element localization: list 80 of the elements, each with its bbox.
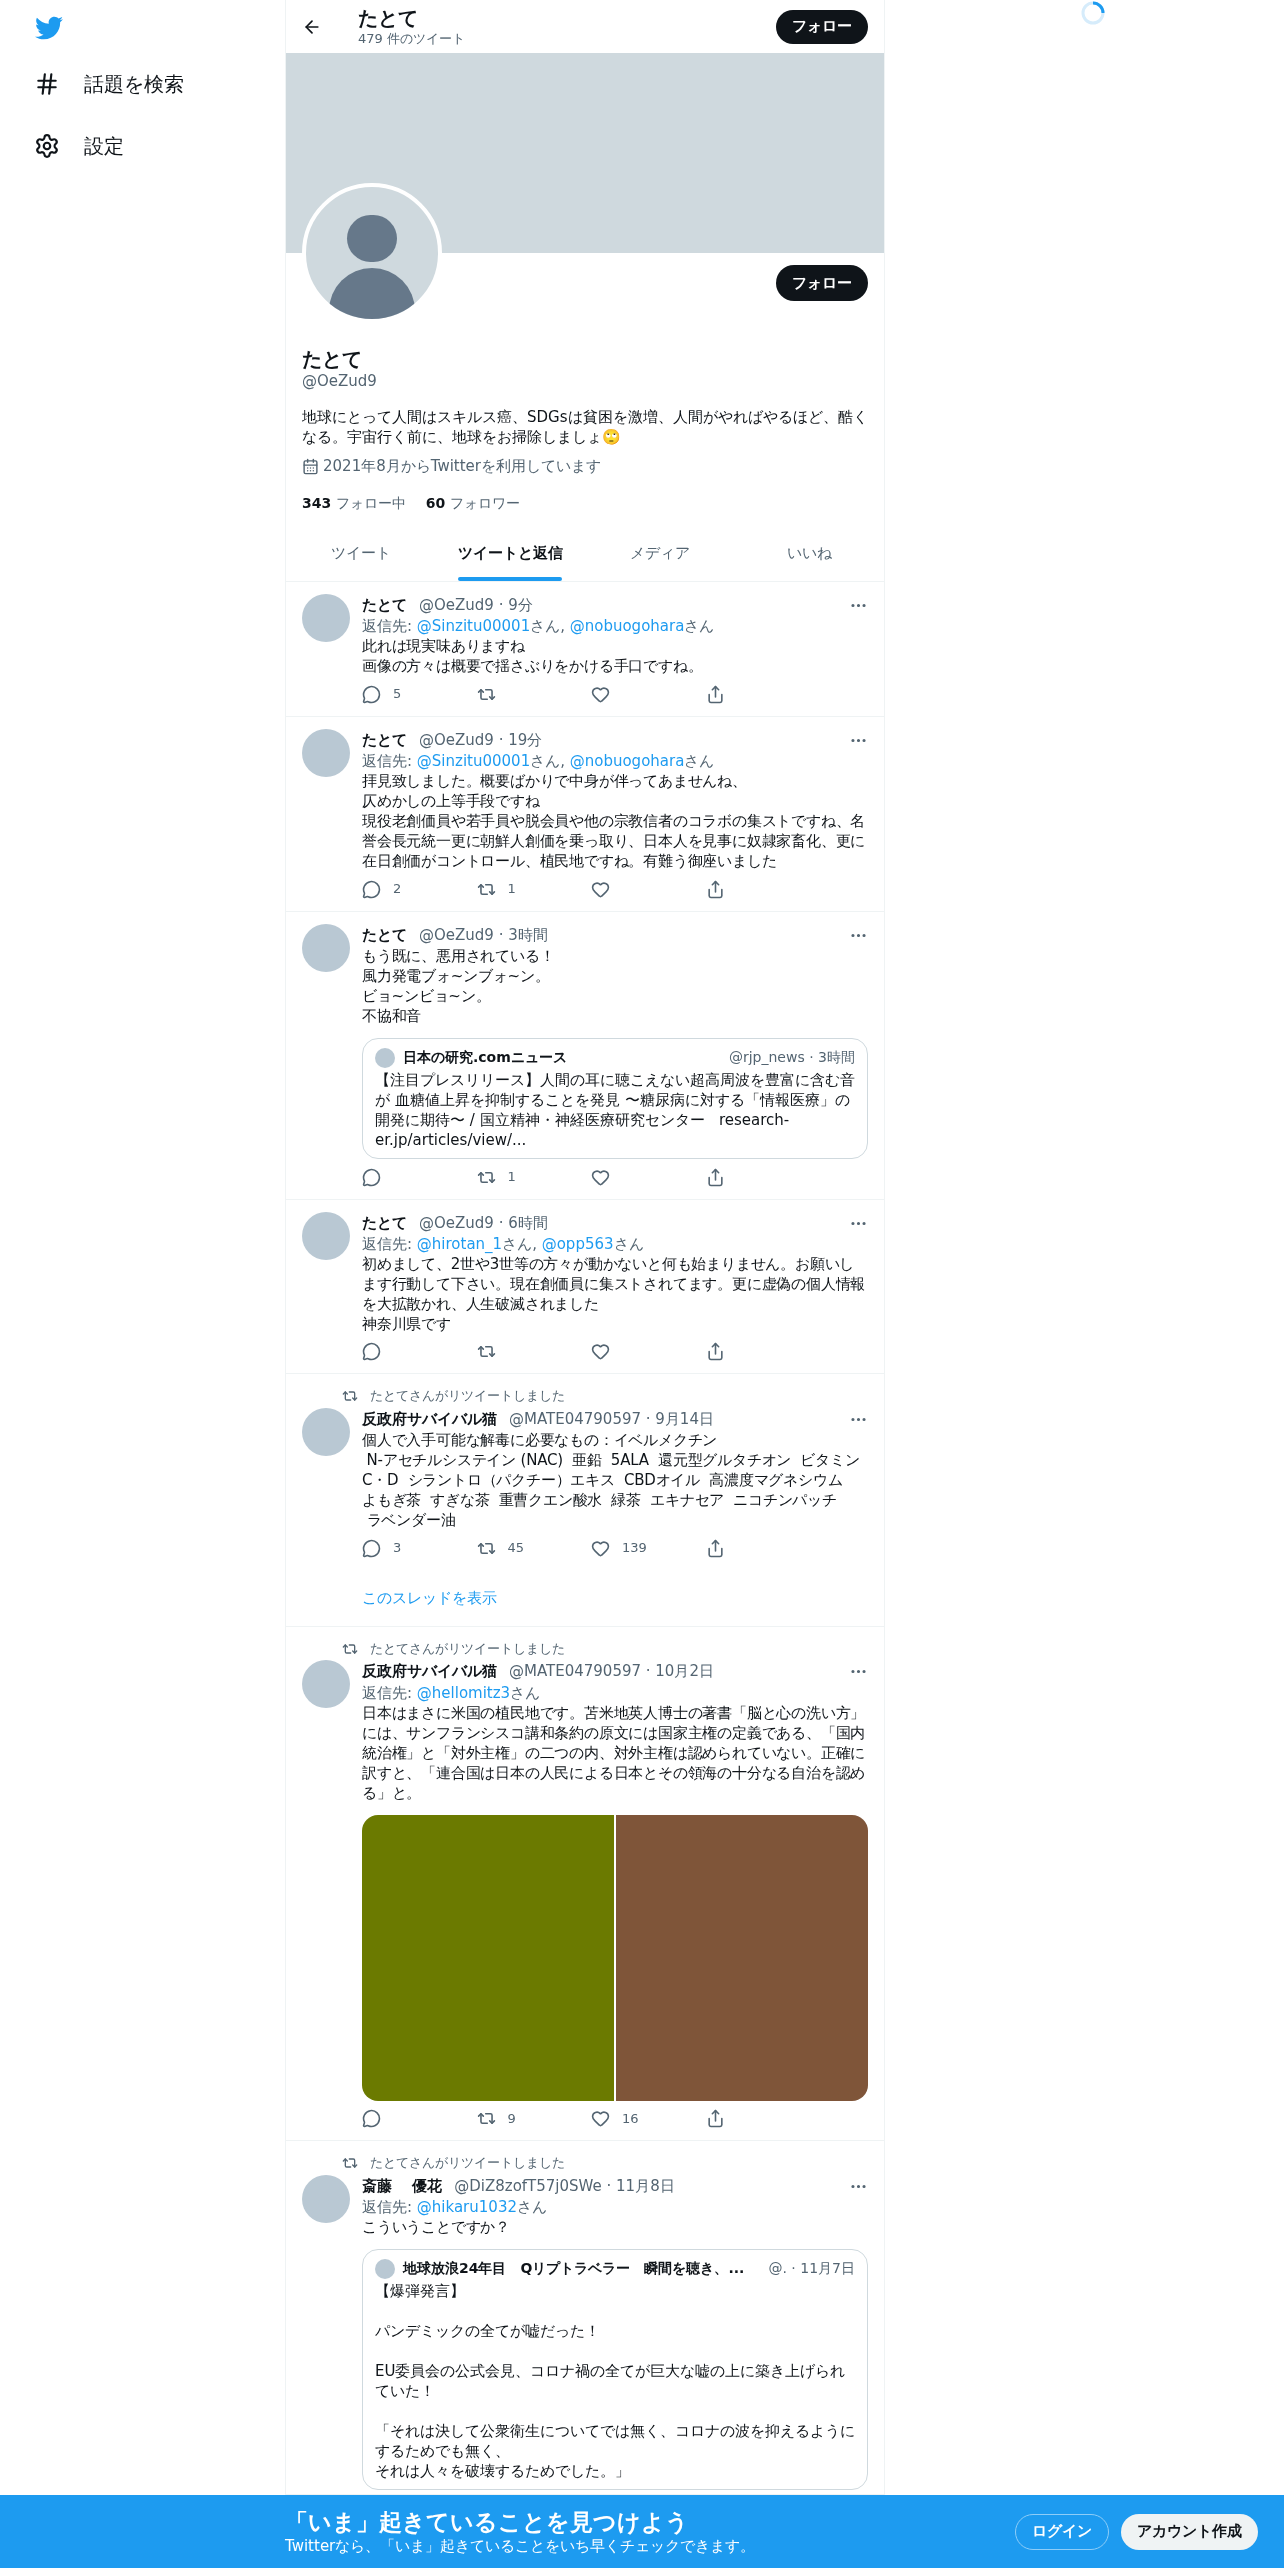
reply-context: 返信先: @hikaru1032さん	[362, 2197, 548, 2218]
header-title: たとて	[358, 5, 419, 31]
tweet-meta: @MATE04790597 · 9月14日	[509, 1408, 714, 1430]
author-name: たとて	[362, 924, 407, 946]
tweet-text: 神奈川県です	[362, 1314, 452, 1335]
quoted-text: 【注目プレスリリース】人間の耳に聴こえない超高周波を豊富に含む音が 血糖値上昇を抑制することを発見 〜糖尿病に対する「情報医療」の開発に期待〜 / 国立精神・神経医療研究センター research-er.jp/articles/view/...	[375, 1070, 855, 1151]
author-name: 反政府サバイバル猫	[362, 1661, 497, 1683]
author-name: 反政府サバイバル猫	[362, 1408, 497, 1430]
reply-context: 返信先: @Sinzitu00001さん, @nobuogoharaさん	[362, 616, 716, 637]
author-name: たとて	[362, 1212, 407, 1234]
author-name: 斎藤 優花	[362, 2175, 443, 2197]
quoted-text: それは人々を破壊するためでした。」	[375, 2461, 631, 2482]
reply-context: 返信先: @hellomitz3さん	[362, 1682, 542, 1703]
tweet-meta: @OeZud9 · 19分	[419, 729, 543, 751]
tweet-text: ビョ~ンビョ~ン。	[362, 986, 492, 1007]
action-count: 1	[507, 1168, 516, 1187]
author-name: 地球放浪24年目 Qリプトラベラー 瞬間を聴き、...	[403, 2259, 745, 2279]
tweet-meta: @OeZud9 · 6時間	[419, 1212, 548, 1234]
following-count[interactable]: 343 フォロー中	[302, 493, 406, 515]
signup-button[interactable]: アカウント作成	[1121, 2513, 1258, 2550]
tweet-text: 此れは現実味ありますね	[362, 636, 526, 657]
profile-name: たとて	[302, 347, 363, 372]
quoted-text: 【爆弾発言】	[375, 2281, 466, 2302]
tweet-meta: @rjp_news · 3時間	[727, 1048, 855, 1068]
tweet-text: 拝見致しました。概要ばかりで中身が伴ってあませんね、	[362, 771, 748, 792]
profile-tab[interactable]: メディア	[585, 526, 735, 581]
author-name: たとて	[362, 594, 407, 616]
tweet-text: よもぎ茶 すぎな茶 重曹クエン酸水 緑茶 エキナセア ニコチンパッチ	[362, 1490, 838, 1511]
retweet-label: たとてさんがリツイートしました	[370, 1387, 565, 1406]
quoted-tweet[interactable]: 日本の研究.comニュース @rjp_news · 3時間 【注目プレスリリース】人間の耳に聴こえない超高周波を豊富に含む音が 血糖値上昇を抑制することを発見 〜糖尿病に対する「情報医療」の開発に期待〜 / 国立精神・神経医療研究センター research-er.jp/articles/view/...	[362, 1038, 868, 1160]
tweet-text: こういうことですか？	[362, 2217, 511, 2238]
action-count: 3	[393, 1539, 402, 1558]
action-count: 5	[393, 685, 402, 704]
banner-subtitle: Twitterなら、「いま」起きていることをいち早くチェックできます。	[285, 2536, 756, 2556]
tweet-text: C・D シラントロ（パクチー）エキス CBDオイル 高濃度マグネシウム	[362, 1470, 844, 1491]
follow-button[interactable]: フォロー	[776, 265, 868, 301]
nav-item[interactable]: 話題を検索	[34, 69, 285, 99]
action-count: 139	[622, 1539, 647, 1558]
tweet-meta: @DiZ8zofT57j0SWe · 11月8日	[454, 2175, 675, 2197]
action-count: 2	[393, 880, 402, 899]
author-name: 日本の研究.comニュース	[403, 1048, 567, 1068]
tweet-text: ラベンダー油	[365, 1510, 457, 1531]
action-count: 1	[507, 880, 516, 899]
tweet-text: 初めまして、2世や3世等の方々が動かないと何も始まりません。お願いします行動して下さい。現在創価員に集ストされてます。更に虚偽の個人情報を大拡散かれ、人生破滅されました	[362, 1254, 867, 1315]
profile-tab[interactable]: ツイートと返信	[435, 526, 585, 581]
tweet-text: 不協和音	[362, 1006, 423, 1027]
profile-tab[interactable]: いいね	[734, 526, 884, 581]
followers-count[interactable]: 60 フォロワー	[425, 493, 520, 515]
action-count: 16	[622, 2109, 639, 2128]
retweet-label: たとてさんがリツイートしました	[370, 2154, 565, 2173]
tweet-text: 画像の方々は概要で揺さぶりをかける手口ですね。	[362, 656, 704, 677]
profile-tab[interactable]: ツイート	[286, 526, 436, 581]
quoted-text: EU委員会の公式会見、コロナ禍の全てが巨大な嘘の上に築き上げられていた！	[375, 2361, 847, 2402]
tweet-text: 風力発電ブォ~ンブォ~ン。	[362, 966, 551, 987]
tweet-text: 個人で入手可能な解毒に必要なもの：イベルメクチン	[362, 1430, 719, 1451]
tweet-meta: @MATE04790597 · 10月2日	[509, 1661, 714, 1683]
tweet-text: もう既に、悪用されている！	[362, 946, 556, 967]
banner-title: 「いま」起きていることを見つけよう	[285, 2507, 690, 2537]
quoted-text: パンデミックの全てが嘘だった！	[375, 2321, 601, 2342]
author-name: たとて	[362, 729, 407, 751]
quoted-text: 「それは決して公衆衛生についてでは無く、コロナの波を抑えるようにするためでも無く、	[375, 2421, 855, 2462]
profile-bio: 地球にとって人間はスキルス癌、SDGsは貧困を激増、人間がやればやるほど、酷くなる。宇宙行く前に、地球をお掃除しましょ🙄	[302, 406, 868, 447]
tweet-text: 仄めかしの上等手段ですね	[362, 791, 541, 812]
tweet-text: N-アセチルシステイン (NAC) 亜鉛 5ALA 還元型グルタチオン ビタミン	[365, 1450, 861, 1471]
tweet-meta: @OeZud9 · 9分	[419, 594, 533, 616]
action-count: 9	[507, 2109, 516, 2128]
tweet-meta: @. · 11月7日	[767, 2259, 855, 2279]
join-date: 2021年8月からTwitterを利用しています	[323, 455, 601, 477]
tweet-text: 現役老創価員や若手員や脱会員や他の宗教信者のコラボの集ストですね、名誉会長元統一更に朝鮮人創価を乗っ取り、日本人を見事に奴隷家畜化、更に在日創価がコントロール、植民地ですね。有難う御座いました	[362, 811, 867, 872]
tweet-count: 479 件のツイート	[358, 30, 465, 48]
reply-context: 返信先: @Sinzitu00001さん, @nobuogoharaさん	[362, 751, 716, 772]
tweet-text: 日本はまさに米国の植民地です。苫米地英人博士の著書「脳と心の洗い方」には、サンフランシスコ講和条約の原文には国家主権の定義である、「国内統治権」と「対外主権」の二つの内、対外主権は認められていない。正確に訳すと、「連合国は日本の人民による日本とその領海の十分なる自治を認める」と。	[362, 1702, 867, 1803]
quoted-tweet[interactable]: 地球放浪24年目 Qリプトラベラー 瞬間を聴き、... @. · 11月7日 【爆弾発言】 パンデミックの全てが嘘だった！ EU委員会の公式会見、コロナ禍の全てが巨大な嘘の上に築き上げられていた！ 「それは決して公衆衛生についてでは無く、コロナの波を抑えるようにするためでも無く、 それは人々を破壊するためでした。」	[362, 2249, 868, 2491]
action-count: 45	[507, 1539, 525, 1558]
profile-handle: @OeZud9	[302, 372, 378, 391]
retweet-label: たとてさんがリツイートしました	[370, 1639, 565, 1658]
follow-button[interactable]: フォロー	[776, 9, 868, 44]
nav-item[interactable]: 設定	[34, 131, 285, 161]
tweet-meta: @OeZud9 · 3時間	[419, 924, 548, 946]
reply-context: 返信先: @hirotan_1さん, @opp563さん	[362, 1234, 645, 1255]
